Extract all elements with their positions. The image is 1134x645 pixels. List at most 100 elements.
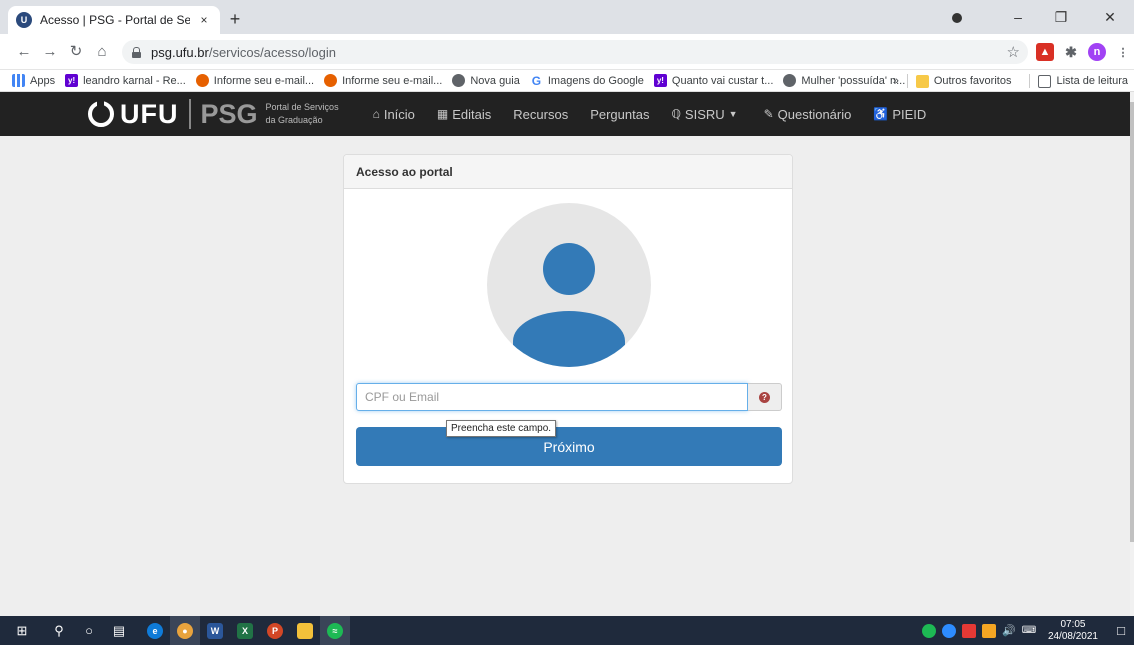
apps-icon [12,74,25,87]
bookmark-item[interactable]: Informe seu e-mail... [324,74,442,87]
word-icon[interactable]: W [200,616,230,645]
app-tray-icon[interactable] [961,623,976,638]
brand-logo[interactable]: UFU PSG Portal de Serviços da Graduação [88,99,339,130]
browser-toolbar: ← → ↻ ⌂ psg.ufu.br/servicos/acesso/login… [0,34,1134,70]
nav-recursos[interactable]: Recursos [513,107,568,122]
tab-title: Acesso | PSG - Portal de Serviços [40,13,190,27]
avatar-body [513,311,625,367]
bookmark-reading-list[interactable]: Lista de leitura [1038,74,1128,88]
bookmark-separator [906,74,908,88]
login-input-group: ? [356,383,782,411]
scrollbar-thumb[interactable] [1130,102,1134,542]
search-icon[interactable]: ⚲ [44,616,74,645]
help-addon[interactable]: ? [748,383,782,411]
powerpoint-icon[interactable]: P [260,616,290,645]
extensions-puzzle-icon[interactable]: ✱ [1062,43,1080,61]
cutlery-icon: ℚ [671,107,681,121]
globe-icon [452,74,466,87]
spotify-tray-icon[interactable] [921,623,936,638]
browser-tab-active[interactable]: U Acesso | PSG - Portal de Serviços × [8,6,220,34]
reload-icon[interactable]: ↻ [66,42,86,62]
folder-icon [915,74,929,88]
close-window-button[interactable]: ✕ [1090,6,1130,28]
spotify-icon[interactable]: ≈ [320,616,350,645]
file-explorer-icon[interactable] [290,616,320,645]
bookmark-item[interactable]: y! leandro karnal - Re... [65,74,186,87]
task-view-icon[interactable]: ▤ [104,616,134,645]
google-icon: G [529,73,543,88]
firefox-icon [195,74,209,87]
bookmark-item[interactable]: Nova guia [452,74,520,87]
bookmark-item[interactable]: Informe seu e-mail... [195,74,314,87]
system-tray: 🔊 ⌨ 07:05 24/08/2021 □ [921,616,1134,645]
back-arrow-icon[interactable]: ← [14,42,34,62]
file-icon: ▦ [436,107,449,121]
home-button-icon[interactable]: ⌂ [92,42,112,62]
chrome-icon[interactable]: ● [170,616,200,645]
windows-start-icon[interactable]: ⊞ [0,616,44,645]
brand-subtitle: Portal de Serviços da Graduação [265,102,339,125]
user-avatar-icon [487,203,651,367]
bookmark-apps[interactable]: Apps [12,74,55,87]
cpf-email-input[interactable] [356,383,748,411]
url-text: psg.ufu.br/servicos/acesso/login [151,44,336,60]
validation-tooltip: Preencha este campo. [446,420,557,437]
nav-questionario[interactable]: ✎ Questionário [764,107,852,122]
globe-icon [783,74,797,87]
browser-tab-strip: U Acesso | PSG - Portal de Serviços × + … [0,0,1134,34]
nav-pieid[interactable]: ♿ PIEID [873,107,926,122]
panel-title: Acesso ao portal [344,155,792,189]
nav-editais[interactable]: ▦ Editais [437,107,491,122]
profile-avatar[interactable]: n [1088,43,1106,61]
lock-icon[interactable] [132,46,141,58]
accessibility-icon: ♿ [873,107,889,121]
network-tray-icon[interactable] [981,623,996,638]
page-scrollbar[interactable] [1130,92,1134,616]
bookmark-item[interactable]: Mulher 'possuída' n... [783,74,905,87]
bookmarks-bar: Apps y! leandro karnal - Re... Informe se… [0,70,1134,92]
bookmarks-right: » Outros favoritos Lista de leitura [893,70,1128,92]
excel-icon[interactable]: X [230,616,260,645]
avatar-head [543,243,595,295]
bookmarks-more-button[interactable]: » [893,75,899,87]
login-panel: Acesso ao portal ? Próximo Preencha este… [343,154,793,484]
new-tab-button[interactable]: + [224,9,246,31]
nav-inicio[interactable]: ⌂ Início [373,107,415,122]
pdf-extension-icon[interactable]: ▲ [1036,43,1054,61]
tab-close-icon[interactable]: × [196,13,212,27]
volume-icon[interactable]: 🔊 [1002,624,1016,638]
bookmark-item[interactable]: G Imagens do Google [529,73,644,88]
nav-sisru[interactable]: ℚ SISRU ▼ [671,107,741,122]
address-bar[interactable]: psg.ufu.br/servicos/acesso/login ☆ [122,40,1028,64]
ufu-favicon-icon: U [16,12,32,28]
question-circle-icon: ? [759,391,770,403]
keyboard-icon[interactable]: ⌨ [1022,624,1036,638]
edge-icon[interactable]: e [140,616,170,645]
yahoo-icon: y! [65,74,79,87]
taskbar-clock[interactable]: 07:05 24/08/2021 [1048,619,1098,643]
brand-ufu: UFU [120,98,179,129]
next-button[interactable]: Próximo [356,427,782,466]
firefox-icon [324,74,338,87]
maximize-button[interactable]: ❐ [1041,6,1081,28]
brand-psg: PSG [200,98,258,129]
tab-search-icon[interactable] [952,13,962,23]
reading-list-icon [1038,74,1052,88]
browser-menu-icon[interactable]: ⋮ [1114,43,1132,61]
forward-arrow-icon[interactable]: → [40,42,60,62]
ufu-logo-icon [88,101,114,127]
yahoo-icon: y! [653,74,667,87]
page-body: Acesso ao portal ? Próximo Preencha este… [0,136,1130,616]
home-icon: ⌂ [372,107,380,121]
nav-perguntas[interactable]: Perguntas [590,107,649,122]
site-navbar: UFU PSG Portal de Serviços da Graduação ⌂… [0,92,1130,136]
notification-icon[interactable]: □ [1108,623,1134,638]
bookmark-star-icon[interactable]: ☆ [1007,43,1020,61]
security-tray-icon[interactable] [941,623,956,638]
bookmark-item[interactable]: y! Quanto vai custar t... [653,74,773,87]
caret-down-icon: ▼ [728,109,738,119]
windows-taskbar: ⊞ ⚲ ○ ▤ e ● W X P ≈ 🔊 ⌨ 07:05 24/08/2021 … [0,616,1134,645]
minimize-button[interactable]: – [998,6,1038,28]
bookmark-other-favorites[interactable]: Outros favoritos [915,74,1011,88]
cortana-icon[interactable]: ○ [74,616,104,645]
